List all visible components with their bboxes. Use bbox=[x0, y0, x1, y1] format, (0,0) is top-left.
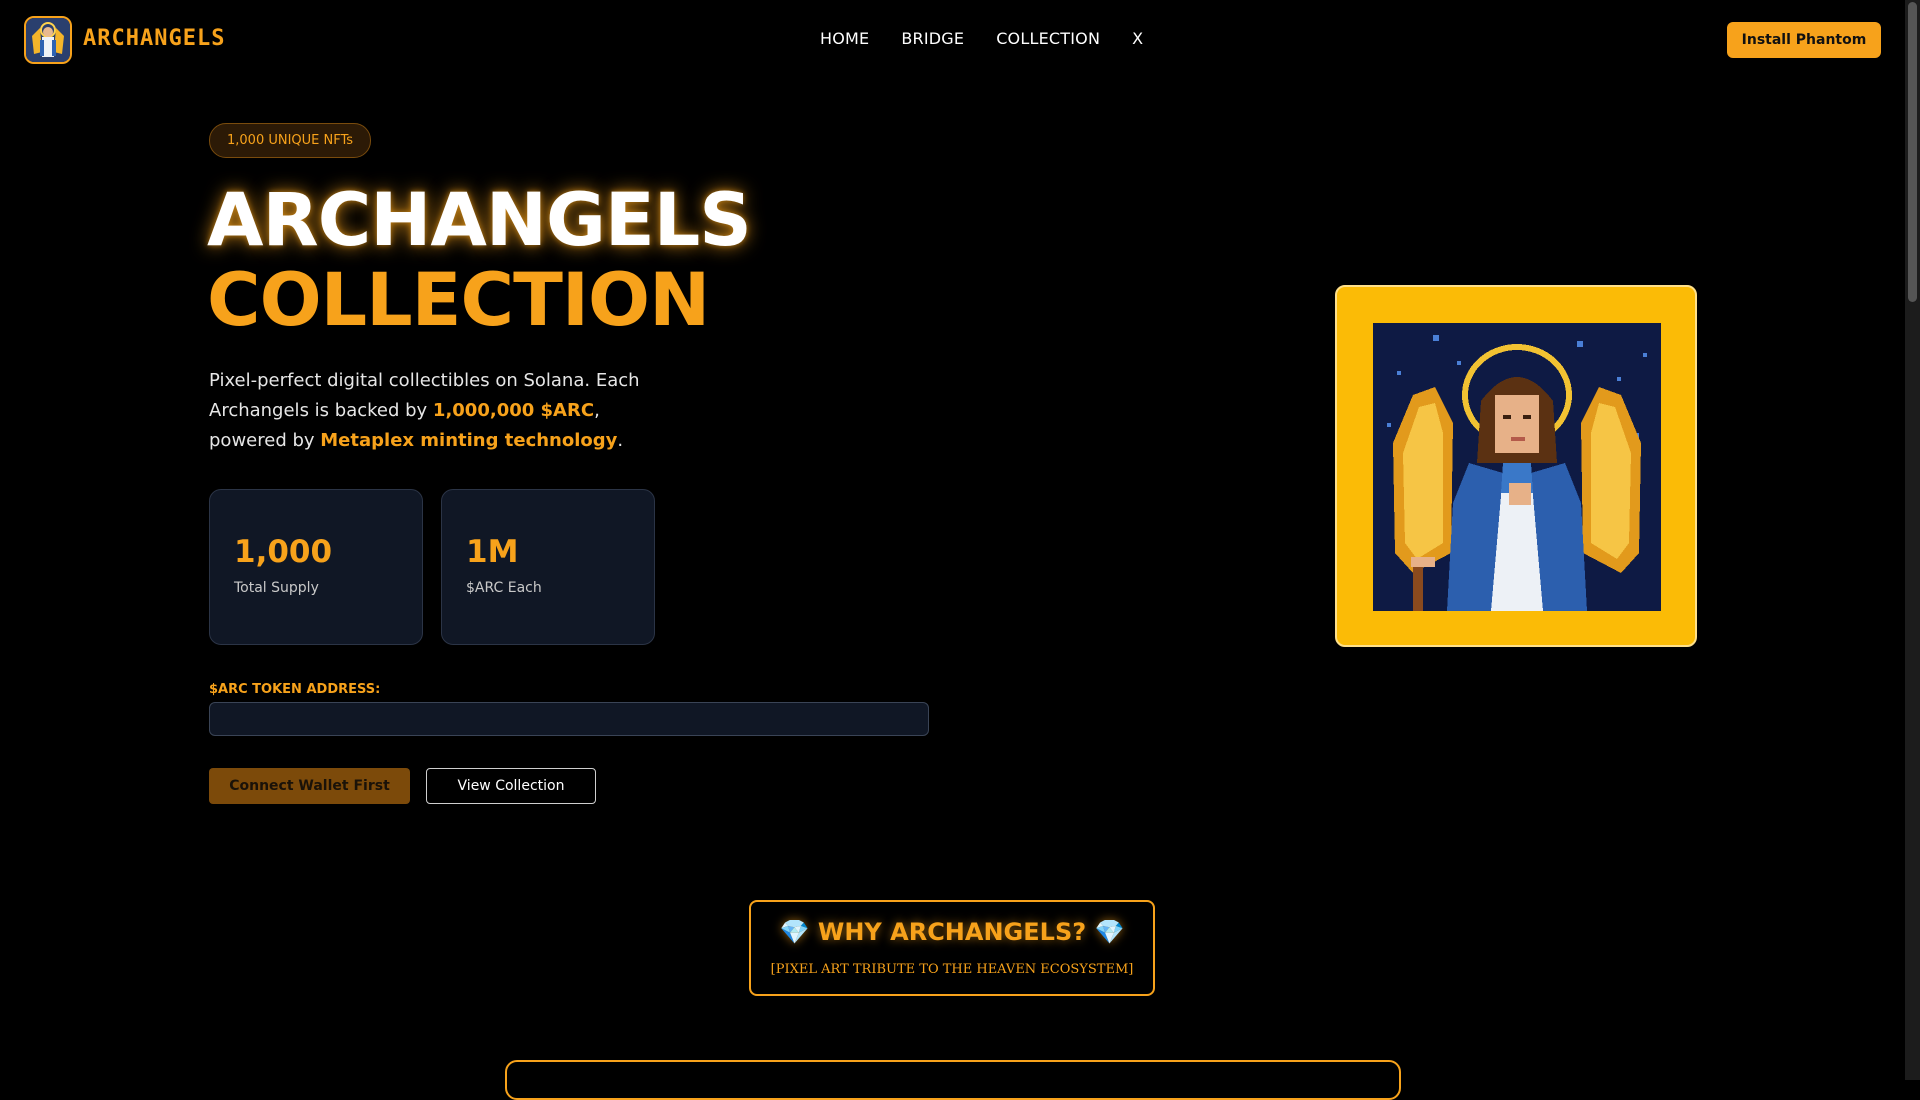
stat-value: 1,000 bbox=[234, 534, 333, 570]
why-subtitle: [PIXEL ART TRIBUTE TO THE HEAVEN ECOSYST… bbox=[770, 962, 1134, 977]
vertical-scrollbar[interactable] bbox=[1905, 0, 1920, 1080]
install-phantom-button[interactable]: Install Phantom bbox=[1727, 22, 1881, 58]
nft-preview-frame bbox=[1335, 285, 1697, 647]
hero-title-line1: ARCHANGELS bbox=[207, 178, 752, 263]
token-address-field[interactable] bbox=[209, 702, 929, 736]
nav-x[interactable]: X bbox=[1132, 29, 1143, 48]
stat-value: 1M bbox=[466, 534, 519, 570]
hero-description: Pixel-perfect digital collectibles on So… bbox=[209, 366, 669, 456]
stat-label: Total Supply bbox=[234, 580, 319, 596]
archangel-logo-icon[interactable] bbox=[24, 16, 72, 64]
unique-nfts-badge: 1,000 UNIQUE NFTs bbox=[209, 123, 372, 158]
scrollbar-thumb[interactable] bbox=[1908, 2, 1917, 302]
why-archangels-box: 💎 WHY ARCHANGELS? 💎 [PIXEL ART TRIBUTE T… bbox=[749, 900, 1155, 996]
stat-card-supply: 1,000 Total Supply bbox=[209, 489, 423, 645]
nav-bridge[interactable]: BRIDGE bbox=[901, 29, 964, 48]
why-title: 💎 WHY ARCHANGELS? 💎 bbox=[779, 918, 1125, 946]
stat-label: $ARC Each bbox=[466, 580, 542, 596]
nav-home[interactable]: HOME bbox=[820, 29, 869, 48]
top-navbar: ARCHANGELS HOME BRIDGE COLLECTION X Inst… bbox=[0, 0, 1905, 80]
archangel-pixel-art bbox=[1373, 323, 1661, 611]
nav-collection[interactable]: COLLECTION bbox=[996, 29, 1100, 48]
desc-text-3: . bbox=[617, 430, 624, 451]
stat-card-arc-each: 1M $ARC Each bbox=[441, 489, 655, 645]
desc-highlight-metaplex: Metaplex minting technology bbox=[320, 430, 618, 451]
hero-title-line2: COLLECTION bbox=[207, 258, 710, 343]
main-nav: HOME BRIDGE COLLECTION X bbox=[820, 29, 1143, 48]
token-address-label: $ARC TOKEN ADDRESS: bbox=[209, 682, 381, 697]
features-panel bbox=[505, 1060, 1401, 1100]
view-collection-button[interactable]: View Collection bbox=[426, 768, 596, 804]
desc-highlight-arc: 1,000,000 $ARC bbox=[432, 400, 595, 421]
connect-wallet-button[interactable]: Connect Wallet First bbox=[209, 768, 410, 804]
brand-name[interactable]: ARCHANGELS bbox=[83, 26, 225, 51]
